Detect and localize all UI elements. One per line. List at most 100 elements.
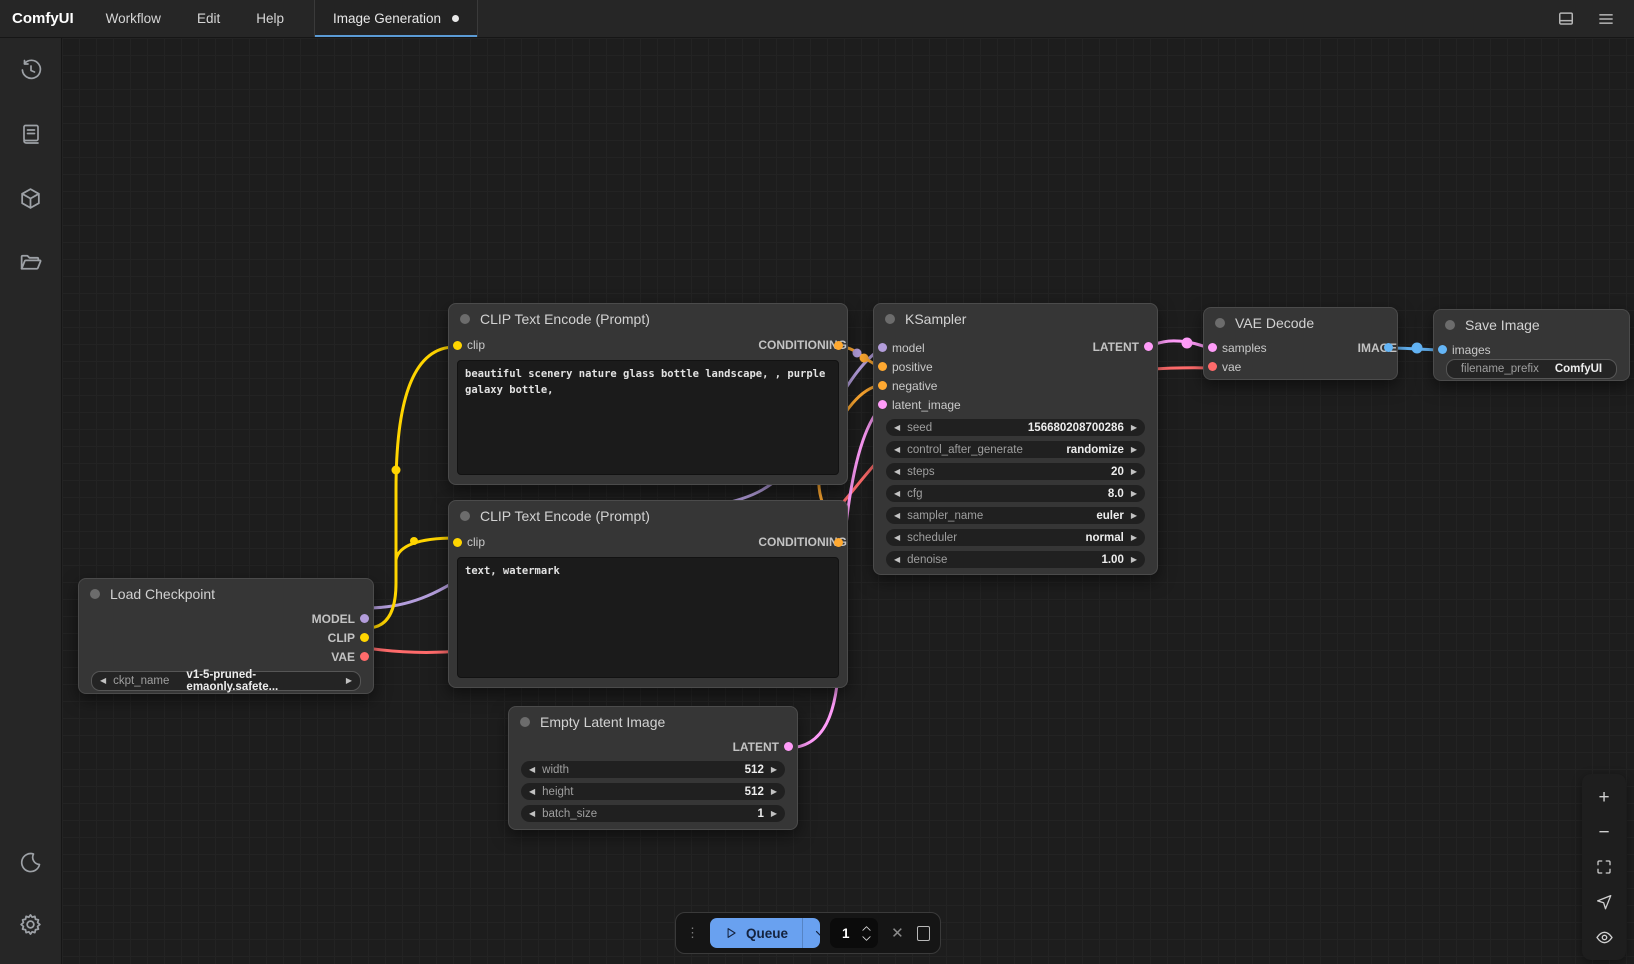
output-slot-conditioning[interactable] [834, 341, 843, 350]
input-slot-clip[interactable] [453, 341, 462, 350]
decrement-arrow-icon[interactable]: ◀ [529, 788, 535, 796]
decrement-arrow-icon[interactable]: ◀ [894, 556, 900, 564]
collapse-dot[interactable] [885, 314, 895, 324]
node-canvas[interactable]: Load Checkpoint MODEL CLIP VAE ◀ ckpt_na… [62, 38, 1634, 964]
queue-options-button[interactable] [802, 918, 820, 948]
decrement-arrow-icon[interactable]: ◀ [894, 490, 900, 498]
menu-help[interactable]: Help [238, 0, 302, 37]
menu-edit[interactable]: Edit [179, 0, 238, 37]
decrement-arrow-icon[interactable]: ◀ [894, 446, 900, 454]
toggle-panel-button[interactable] [1554, 7, 1578, 31]
widget-width[interactable]: ◀width512▶ [521, 761, 785, 778]
increment-arrow-icon[interactable]: ▶ [1131, 446, 1137, 454]
widget-denoise[interactable]: ◀denoise1.00▶ [886, 551, 1145, 568]
decrement-arrow-icon[interactable]: ◀ [894, 424, 900, 432]
stepper-up-icon[interactable] [861, 925, 872, 932]
collapse-dot[interactable] [1215, 318, 1225, 328]
increment-arrow-icon[interactable]: ▶ [771, 766, 777, 774]
increment-arrow-icon[interactable]: ▶ [1131, 534, 1137, 542]
node-titlebar[interactable]: CLIP Text Encode (Prompt) [449, 501, 847, 531]
widget-ckpt-name[interactable]: ◀ ckpt_name v1-5-pruned-emaonly.safete..… [91, 671, 361, 691]
pan-mode-icon[interactable] [1592, 890, 1616, 914]
output-slot-image[interactable] [1384, 343, 1393, 352]
decrement-arrow-icon[interactable]: ◀ [894, 534, 900, 542]
prompt-textarea[interactable]: text, watermark [457, 557, 839, 678]
increment-arrow-icon[interactable]: ▶ [1131, 424, 1137, 432]
settings-button[interactable] [9, 902, 53, 946]
increment-arrow-icon[interactable]: ▶ [771, 810, 777, 818]
node-load-checkpoint[interactable]: Load Checkpoint MODEL CLIP VAE ◀ ckpt_na… [78, 578, 374, 694]
zoom-out-icon[interactable]: − [1592, 820, 1616, 844]
increment-arrow-icon[interactable]: ▶ [771, 788, 777, 796]
input-slot-vae[interactable] [1208, 362, 1217, 371]
menu-workflow[interactable]: Workflow [88, 0, 179, 37]
link-dot[interactable] [410, 537, 418, 545]
widget-batch-size[interactable]: ◀batch_size1▶ [521, 805, 785, 822]
input-slot-positive[interactable] [878, 362, 887, 371]
decrement-arrow-icon[interactable]: ◀ [529, 810, 535, 818]
output-slot-vae[interactable] [360, 652, 369, 661]
widget-steps[interactable]: ◀steps20▶ [886, 463, 1145, 480]
widget-cfg[interactable]: ◀cfg8.0▶ [886, 485, 1145, 502]
collapse-dot[interactable] [1445, 320, 1455, 330]
input-slot-samples[interactable] [1208, 343, 1217, 352]
widget-scheduler[interactable]: ◀schedulernormal▶ [886, 529, 1145, 546]
widget-filename-prefix[interactable]: filename_prefix ComfyUI [1446, 359, 1617, 379]
tab-image-generation[interactable]: Image Generation [315, 0, 478, 37]
zoom-in-icon[interactable]: + [1592, 785, 1616, 809]
fit-view-icon[interactable] [1592, 855, 1616, 879]
node-titlebar[interactable]: Save Image [1434, 310, 1629, 340]
collapse-dot[interactable] [520, 717, 530, 727]
increment-arrow-icon[interactable]: ▶ [1131, 556, 1137, 564]
node-titlebar[interactable]: CLIP Text Encode (Prompt) [449, 304, 847, 334]
input-slot-clip[interactable] [453, 538, 462, 547]
output-slot-conditioning[interactable] [834, 538, 843, 547]
input-slot-latent-image[interactable] [878, 400, 887, 409]
widget-sampler-name[interactable]: ◀sampler_nameeuler▶ [886, 507, 1145, 524]
link-dot[interactable] [392, 466, 401, 475]
decrement-arrow-icon[interactable]: ◀ [894, 512, 900, 520]
node-ksampler[interactable]: KSampler LATENT model positive negative … [873, 303, 1158, 575]
output-slot-latent[interactable] [784, 742, 793, 751]
collapse-dot[interactable] [460, 314, 470, 324]
collapse-dot[interactable] [460, 511, 470, 521]
node-library-button[interactable] [9, 112, 53, 156]
decrement-arrow-icon[interactable]: ◀ [894, 468, 900, 476]
decrement-arrow-icon[interactable]: ◀ [100, 677, 106, 685]
node-titlebar[interactable]: KSampler [874, 304, 1157, 334]
widget-control-after-generate[interactable]: ◀control_after_generaterandomize▶ [886, 441, 1145, 458]
toggle-link-visibility-icon[interactable] [1592, 925, 1616, 949]
link-dot[interactable] [1412, 343, 1423, 354]
collapse-dot[interactable] [90, 589, 100, 599]
workflows-button[interactable] [9, 240, 53, 284]
decrement-arrow-icon[interactable]: ◀ [529, 766, 535, 774]
increment-arrow-icon[interactable]: ▶ [1131, 468, 1137, 476]
queue-button[interactable]: Queue [710, 918, 820, 948]
batch-count-stepper[interactable]: 1 [830, 918, 878, 948]
prompt-textarea[interactable]: beautiful scenery nature glass bottle la… [457, 360, 839, 475]
theme-toggle-button[interactable] [9, 840, 53, 884]
input-slot-negative[interactable] [878, 381, 887, 390]
node-clip-text-encode-positive[interactable]: CLIP Text Encode (Prompt) clip CONDITION… [448, 303, 848, 485]
output-slot-model[interactable] [360, 614, 369, 623]
batch-count-value[interactable]: 1 [830, 926, 861, 941]
clear-queue-icon[interactable]: ✕ [888, 924, 907, 942]
node-save-image[interactable]: Save Image images filename_prefix ComfyU… [1433, 309, 1630, 381]
node-clip-text-encode-negative[interactable]: CLIP Text Encode (Prompt) clip CONDITION… [448, 500, 848, 688]
node-vae-decode[interactable]: VAE Decode samples IMAGE vae [1203, 307, 1398, 380]
drag-handle-icon[interactable]: ⋮ [686, 925, 700, 941]
increment-arrow-icon[interactable]: ▶ [346, 677, 352, 685]
main-menu-button[interactable] [1594, 7, 1618, 31]
node-titlebar[interactable]: Empty Latent Image [509, 707, 797, 737]
increment-arrow-icon[interactable]: ▶ [1131, 490, 1137, 498]
node-titlebar[interactable]: VAE Decode [1204, 308, 1397, 338]
widget-seed[interactable]: ◀seed156680208700286▶ [886, 419, 1145, 436]
model-library-button[interactable] [9, 176, 53, 220]
input-slot-model[interactable] [878, 343, 887, 352]
widget-height[interactable]: ◀height512▶ [521, 783, 785, 800]
stepper-down-icon[interactable] [861, 935, 872, 942]
stop-icon[interactable] [917, 926, 930, 941]
link-dot[interactable] [860, 354, 869, 363]
input-slot-images[interactable] [1438, 345, 1447, 354]
link-dot[interactable] [1182, 338, 1193, 349]
